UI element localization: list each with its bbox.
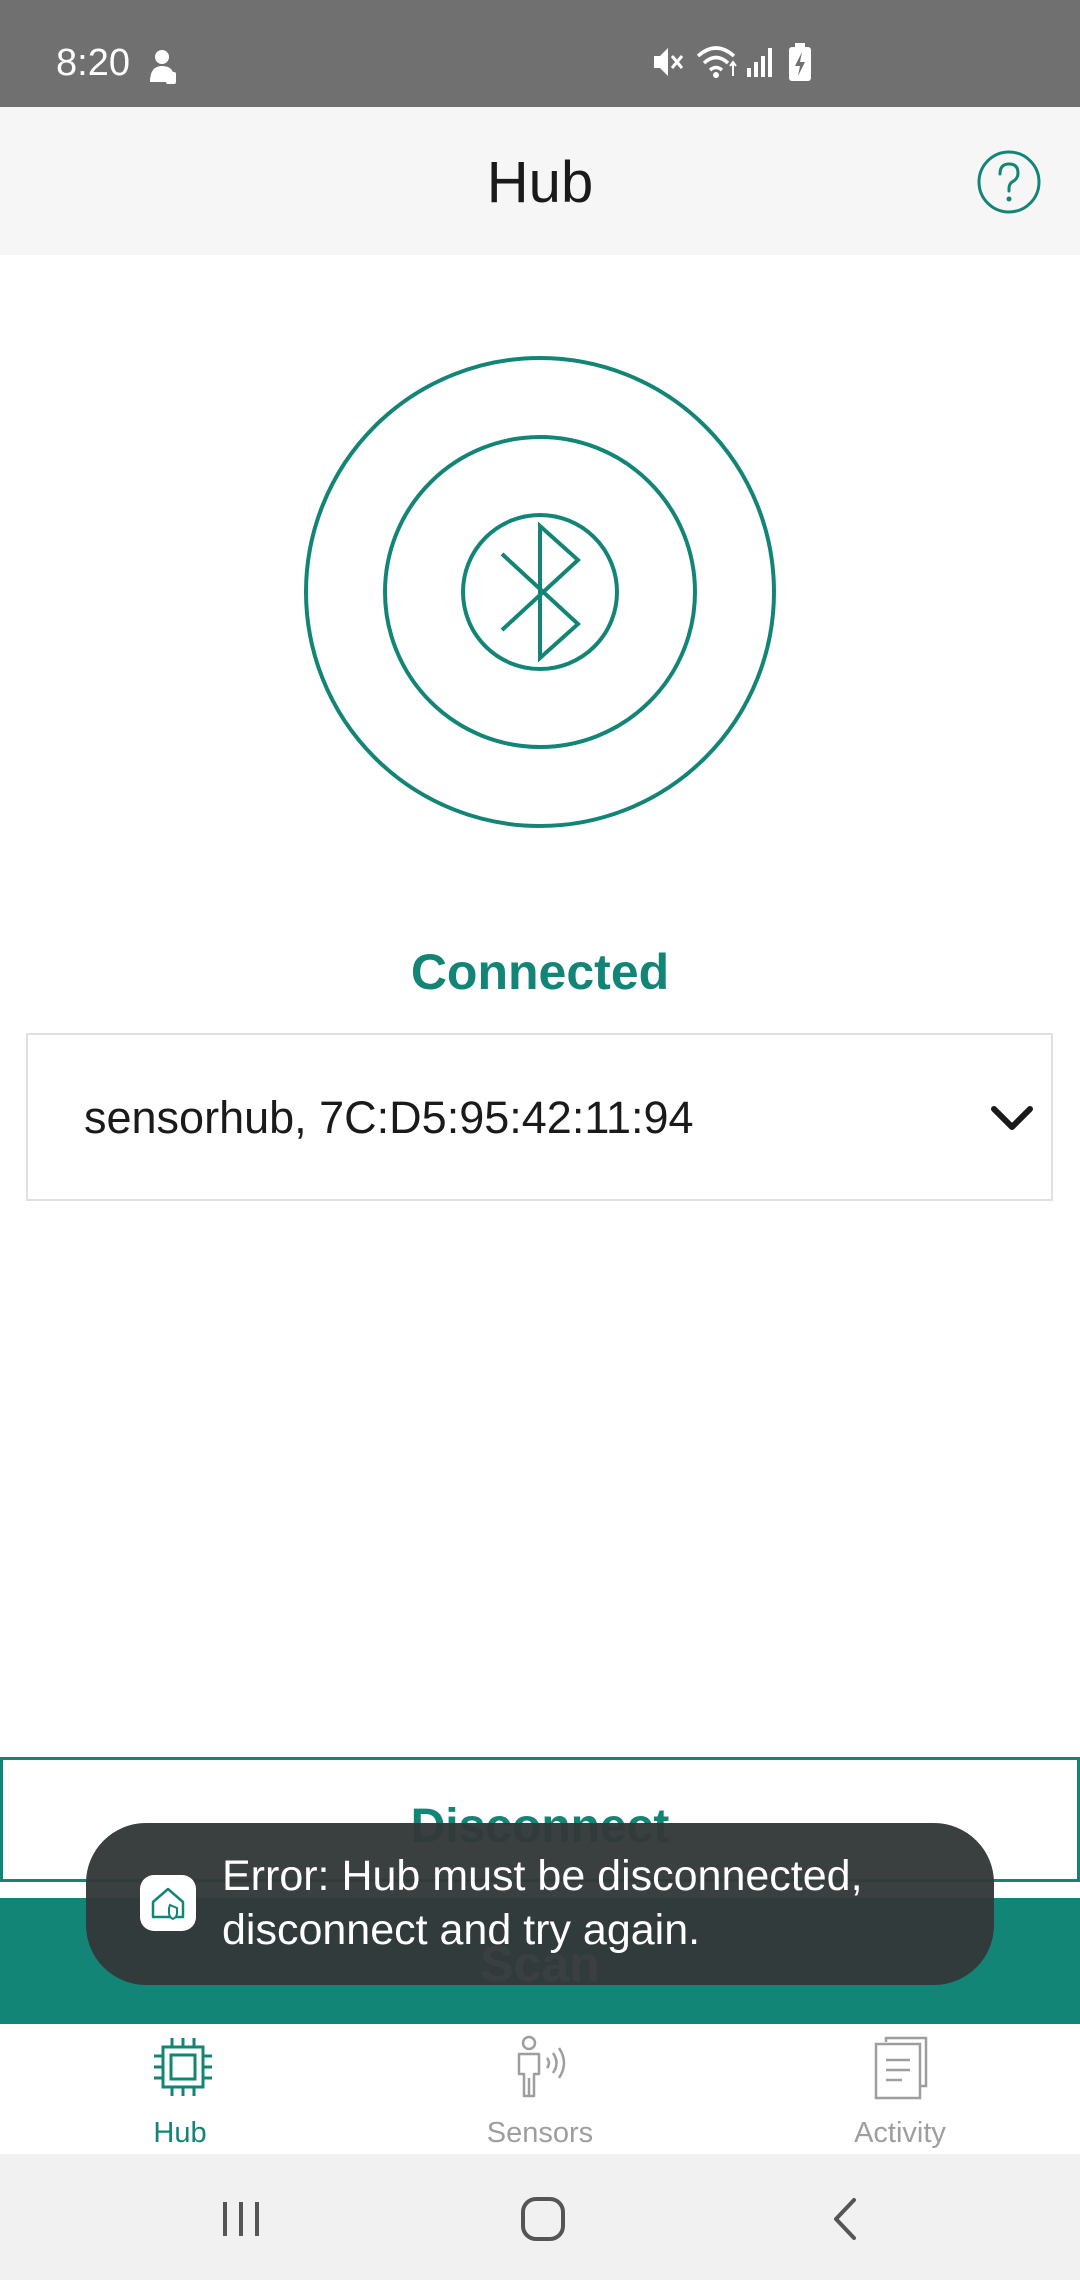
chip-icon xyxy=(150,2034,216,2100)
device-selected-value: sensorhub, 7C:D5:95:42:11:94 xyxy=(84,1092,694,1143)
nav-label-hub: Hub xyxy=(153,2117,207,2149)
nav-label-activity: Activity xyxy=(854,2117,946,2149)
toast-message: Error: Hub must be disconnected, disconn… xyxy=(222,1852,863,1954)
back-icon[interactable] xyxy=(822,2194,872,2244)
chevron-down-icon xyxy=(988,1093,1036,1143)
bluetooth-graphic xyxy=(300,352,780,832)
recent-apps-icon[interactable] xyxy=(216,2194,266,2244)
bluetooth-icon xyxy=(304,356,776,828)
status-bar: 8:20 xyxy=(0,0,1080,107)
wifi-icon xyxy=(696,44,738,85)
system-navigation-bar xyxy=(0,2154,1080,2280)
bottom-navigation: Hub Sensors Activity xyxy=(0,2024,1080,2154)
battery-charging-icon xyxy=(788,42,812,87)
nav-item-activity[interactable]: Activity xyxy=(720,2024,1080,2154)
status-time: 8:20 xyxy=(56,42,130,84)
app-home-icon xyxy=(140,1875,196,1931)
device-dropdown[interactable]: sensorhub, 7C:D5:95:42:11:94 xyxy=(26,1033,1053,1201)
android-head-icon xyxy=(146,48,180,91)
nav-item-hub[interactable]: Hub xyxy=(0,2024,360,2154)
home-icon[interactable] xyxy=(518,2194,568,2244)
person-sensor-icon xyxy=(507,2034,573,2100)
document-icon xyxy=(868,2034,934,2100)
help-circle-icon[interactable] xyxy=(976,149,1042,215)
nav-item-sensors[interactable]: Sensors xyxy=(360,2024,720,2154)
page-title: Hub xyxy=(486,150,594,215)
error-toast: Error: Hub must be disconnected, disconn… xyxy=(86,1823,994,1985)
app-bar: Hub xyxy=(0,107,1080,255)
signal-icon xyxy=(746,44,776,83)
connection-status: Connected xyxy=(410,944,670,1000)
nav-label-sensors: Sensors xyxy=(486,2117,594,2149)
mute-icon xyxy=(650,44,684,85)
